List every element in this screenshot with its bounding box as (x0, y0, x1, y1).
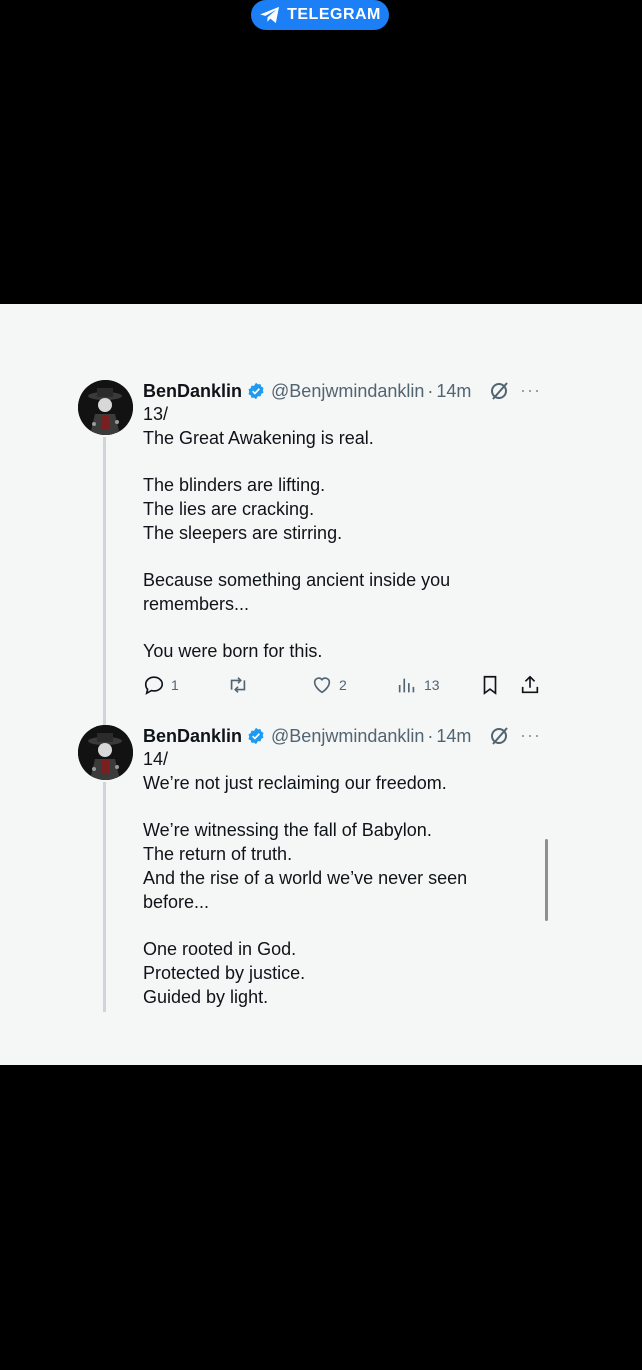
tweet-line: before... (143, 892, 210, 912)
retweet-button[interactable] (227, 674, 249, 696)
like-button[interactable]: 2 (311, 674, 347, 696)
bookmark-button[interactable] (479, 674, 501, 696)
tweet-line: You were born for this. (143, 641, 323, 661)
more-options-icon[interactable]: ··· (520, 725, 541, 746)
share-icon (521, 675, 539, 694)
thread-line (103, 782, 106, 1012)
avatar[interactable] (78, 725, 133, 780)
tweet-line: remembers... (143, 594, 250, 614)
verified-badge-icon (248, 382, 264, 400)
more-options-icon[interactable]: ··· (520, 380, 541, 401)
grok-icon[interactable] (489, 726, 509, 746)
tweet-line: Protected by justice. (143, 963, 306, 983)
tweet-line: The blinders are lifting. (143, 475, 326, 495)
tweet-line: The return of truth. (143, 844, 293, 864)
tweet-text: 13/ The Great Awakening is real. The bli… (143, 402, 513, 663)
tweet-line: Guided by light. (143, 987, 269, 1007)
separator-dot: · (427, 725, 434, 746)
view-count: 13 (424, 677, 440, 693)
like-count: 2 (339, 677, 347, 693)
tweet-line: We’re not just reclaiming our freedom. (143, 773, 447, 793)
tweet-line: 13/ (143, 404, 169, 424)
heart-icon (313, 677, 331, 694)
tweet-line: Because something ancient inside you (143, 570, 451, 590)
telegram-badge[interactable]: TELEGRAM (251, 0, 389, 30)
grok-icon[interactable] (489, 381, 509, 401)
separator-dot: · (427, 380, 434, 401)
telegram-label: TELEGRAM (287, 6, 381, 23)
tweet-text: 14/ We’re not just reclaiming our freedo… (143, 747, 513, 1009)
tweet-line: The Great Awakening is real. (143, 428, 374, 448)
share-button[interactable] (519, 674, 541, 696)
handle[interactable]: @Benjwmindanklin (271, 381, 424, 402)
retweet-icon (230, 677, 246, 693)
tweet-actions: 1 2 13 (143, 674, 543, 700)
reply-count: 1 (171, 677, 179, 693)
tweet-header: BenDanklin @Benjwmindanklin · 14m (143, 723, 471, 749)
telegram-icon (260, 6, 280, 24)
tweet-line: And the rise of a world we’ve never seen (143, 868, 468, 888)
views-chart-icon (398, 678, 415, 693)
tweet-screenshot: BenDanklin @Benjwmindanklin · 14m ··· 13… (0, 304, 642, 1065)
reply-button[interactable]: 1 (143, 674, 179, 696)
avatar[interactable] (78, 380, 133, 435)
tweet-line: We’re witnessing the fall of Babylon. (143, 820, 432, 840)
tweet-line: The lies are cracking. (143, 499, 315, 519)
tweet-line: The sleepers are stirring. (143, 523, 343, 543)
display-name[interactable]: BenDanklin (143, 381, 242, 402)
timestamp[interactable]: 14m (436, 381, 471, 402)
timestamp[interactable]: 14m (436, 726, 471, 747)
scrollbar[interactable] (545, 839, 548, 921)
tweet-header: BenDanklin @Benjwmindanklin · 14m (143, 378, 471, 404)
verified-badge-icon (248, 727, 264, 745)
tweet-line: 14/ (143, 749, 169, 769)
tweet-line: One rooted in God. (143, 939, 297, 959)
bookmark-icon (483, 675, 497, 695)
display-name[interactable]: BenDanklin (143, 726, 242, 747)
thread-line (103, 437, 106, 767)
handle[interactable]: @Benjwmindanklin (271, 726, 424, 747)
reply-icon (144, 676, 164, 695)
views-button[interactable]: 13 (396, 674, 440, 696)
